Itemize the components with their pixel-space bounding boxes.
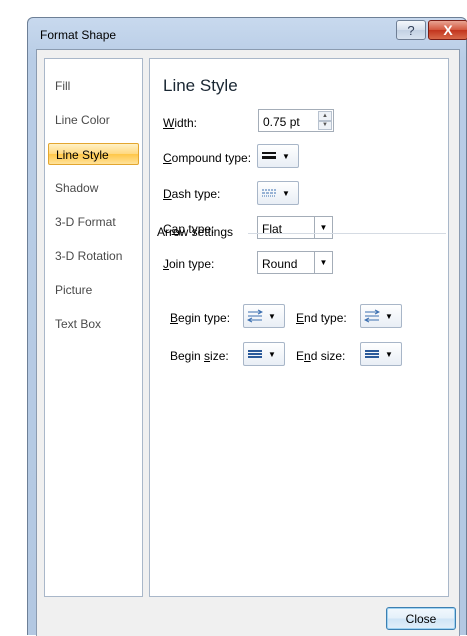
join-type-label: Join type: (163, 257, 215, 271)
nav-item-label: 3-D Format (55, 215, 116, 229)
width-value[interactable]: 0.75 pt (263, 115, 300, 129)
arrow-size-icon (361, 348, 383, 360)
end-type-label: End type: (296, 311, 347, 325)
nav-item-label: Picture (55, 283, 93, 297)
end-size-dropdown[interactable]: ▼ (360, 342, 402, 366)
arrow-type-icon (361, 309, 383, 323)
help-icon: ? (407, 22, 415, 38)
chevron-down-icon: ▼ (385, 349, 393, 359)
format-shape-window: Format Shape ? X Fill Line Color Line St… (27, 17, 467, 636)
cap-type-select[interactable]: Flat ▼ (257, 216, 333, 239)
line-style-panel: Line Style Width: 0.75 pt ▲ ▼ Compound t… (149, 58, 449, 597)
nav-item-shadow[interactable]: Shadow (48, 177, 139, 199)
join-type-value: Round (262, 257, 298, 271)
nav-item-label: Line Color (55, 113, 110, 127)
nav-item-text-box[interactable]: Text Box (48, 313, 139, 335)
begin-type-dropdown[interactable]: ▼ (243, 304, 285, 328)
end-size-label: End size: (296, 349, 346, 363)
nav-item-line-style[interactable]: Line Style (48, 143, 139, 165)
width-label: Width: (163, 116, 198, 130)
nav-item-3d-rotation[interactable]: 3-D Rotation (48, 245, 139, 267)
nav-item-label: 3-D Rotation (55, 249, 123, 263)
nav-item-label: Fill (55, 79, 71, 93)
window-title: Format Shape (40, 28, 117, 42)
chevron-down-icon[interactable]: ▼ (314, 252, 332, 273)
arrow-size-icon (244, 348, 266, 360)
category-nav: Fill Line Color Line Style Shadow 3-D Fo… (44, 58, 143, 597)
nav-item-picture[interactable]: Picture (48, 279, 139, 301)
compound-type-dropdown[interactable]: ▼ (257, 144, 299, 168)
window-close-button[interactable]: X (428, 20, 467, 40)
chevron-down-icon: ▼ (282, 188, 290, 198)
chevron-down-icon: ▼ (268, 349, 276, 359)
dash-type-label: Dash type: (163, 187, 221, 201)
arrow-settings-header: Arrow settings (157, 225, 234, 239)
section-divider (248, 233, 446, 234)
join-type-select[interactable]: Round ▼ (257, 251, 333, 274)
begin-type-label: Begin type: (170, 311, 231, 325)
nav-item-fill[interactable]: Fill (48, 75, 139, 97)
end-type-dropdown[interactable]: ▼ (360, 304, 402, 328)
nav-item-label: Text Box (55, 317, 102, 331)
help-button[interactable]: ? (396, 20, 426, 40)
nav-item-label: Line Style (56, 148, 109, 162)
title-bar: Format Shape ? X (28, 18, 467, 50)
dash-type-icon (258, 187, 280, 199)
dialog-body: Fill Line Color Line Style Shadow 3-D Fo… (36, 49, 460, 636)
begin-size-label: Begin size: (170, 349, 229, 363)
nav-item-line-color[interactable]: Line Color (48, 109, 139, 131)
chevron-down-icon: ▼ (268, 311, 276, 321)
panel-heading: Line Style (163, 76, 238, 95)
nav-item-3d-format[interactable]: 3-D Format (48, 211, 139, 233)
nav-item-label: Shadow (55, 181, 99, 195)
begin-size-dropdown[interactable]: ▼ (243, 342, 285, 366)
close-button[interactable]: Close (386, 607, 456, 630)
chevron-down-icon: ▼ (385, 311, 393, 321)
chevron-down-icon: ▼ (282, 151, 290, 161)
close-button-label: Close (405, 611, 437, 626)
spin-down-icon[interactable]: ▼ (318, 120, 332, 130)
width-spinner[interactable]: 0.75 pt ▲ ▼ (258, 109, 334, 132)
compound-type-icon (258, 150, 280, 162)
chevron-down-icon[interactable]: ▼ (314, 217, 332, 238)
spin-up-icon[interactable]: ▲ (318, 111, 332, 121)
close-icon: X (443, 22, 453, 38)
width-spin-buttons[interactable]: ▲ ▼ (318, 111, 332, 130)
dash-type-dropdown[interactable]: ▼ (257, 181, 299, 205)
compound-type-label: Compound type: (163, 151, 252, 165)
arrow-type-icon (244, 309, 266, 323)
